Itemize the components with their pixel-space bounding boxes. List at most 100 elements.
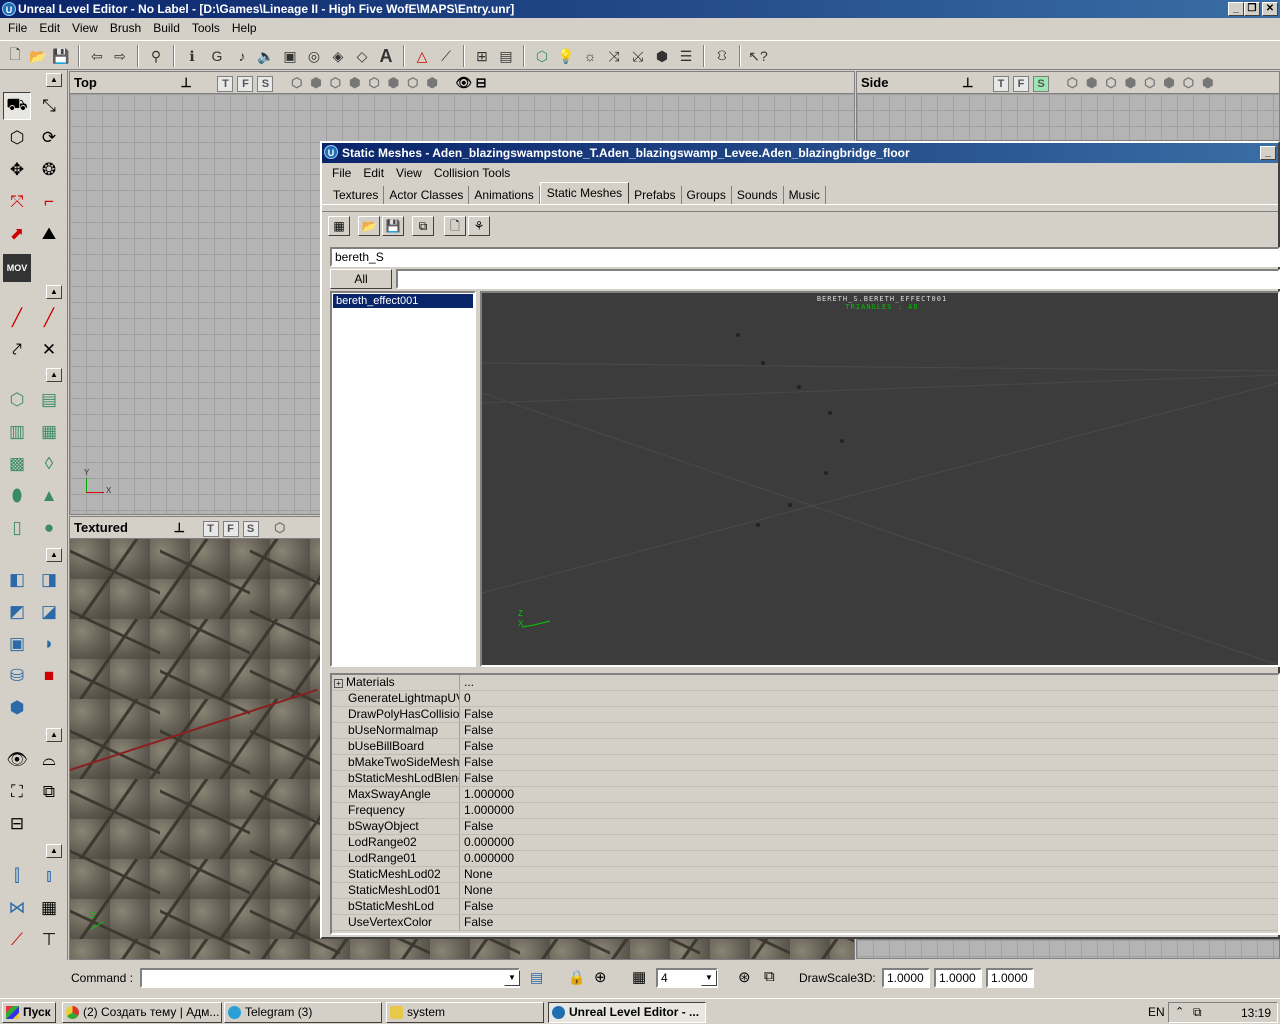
cube-brush-icon[interactable]: ⬡ [3, 386, 31, 414]
render-mode-icons[interactable]: ⬡ [274, 520, 285, 535]
terrain-brush-icon[interactable]: ▩ [3, 450, 31, 478]
property-row[interactable]: bSwayObject False [332, 819, 1278, 835]
texture-pan-icon[interactable]: ⬈ [3, 220, 31, 248]
close-button[interactable]: ✕ [1262, 2, 1278, 16]
menu-help[interactable]: Help [226, 21, 263, 35]
mirror-y-icon[interactable]: ⫾ [35, 862, 63, 890]
property-row[interactable]: UseVertexColor False [332, 915, 1278, 931]
camera-speed-icon[interactable]: ⊟ [3, 810, 31, 838]
build-paths-changed-icon[interactable]: ⤩ [627, 45, 649, 67]
open-file-icon[interactable]: 📂 [27, 45, 49, 67]
property-row[interactable]: DrawPolyHasCollision...False [332, 707, 1278, 723]
mesh-preview[interactable]: BERETH_S.BERETH_EFFECT001 TRIANGLES : 48… [480, 291, 1280, 667]
pin-icon[interactable]: ⊥ [174, 520, 185, 535]
add-static-mesh-icon[interactable]: ⛁ [3, 662, 31, 690]
save-file-icon[interactable]: 💾 [50, 45, 72, 67]
sound-browser-icon[interactable]: 🔈 [255, 45, 277, 67]
minimize-button[interactable]: _ [1228, 2, 1244, 16]
browser-minimize-button[interactable]: _ [1260, 146, 1276, 160]
terrain-icon[interactable]: △ [411, 45, 433, 67]
property-value[interactable]: None [460, 867, 493, 882]
group-browser-icon[interactable]: G [206, 45, 228, 67]
property-row[interactable]: bMakeTwoSideMesh False [332, 755, 1278, 771]
rotate-icon[interactable]: ⟳ [35, 124, 63, 152]
side-grid[interactable] [857, 94, 1279, 140]
side-view-t-button[interactable]: T [993, 75, 1010, 92]
taskbar-item-unreal[interactable]: Unreal Level Editor - ... [548, 1002, 706, 1023]
stairs-brush-icon[interactable]: ▤ [35, 386, 63, 414]
tab-prefabs[interactable]: Prefabs [629, 186, 682, 204]
taskbar-item-browser[interactable]: (2) Создать тему | Адм... [62, 1002, 222, 1023]
add-mover-icon[interactable]: ◗ [35, 630, 63, 658]
menu-view[interactable]: View [66, 21, 104, 35]
font-icon[interactable]: A [375, 45, 397, 67]
eye-icon[interactable]: 👁 [455, 75, 472, 90]
build-paths-icon[interactable]: ⤨ [603, 45, 625, 67]
camera-move-icon[interactable]: ⛟ [3, 92, 31, 120]
render-mode-icons[interactable]: ⬡⬢⬡⬢⬡⬢⬡⬢ [291, 75, 446, 90]
line-tool-2-icon[interactable]: ╱ [35, 304, 63, 332]
tray-expand-icon[interactable]: ⌃ [1175, 1005, 1184, 1018]
show-selected-icon[interactable]: 👁 [3, 746, 31, 774]
list-item[interactable]: bereth_effect001 [333, 294, 473, 308]
properties-category[interactable]: + Materials ... [332, 675, 1278, 691]
mesh-browser-icon[interactable]: ◎ [303, 45, 325, 67]
music-browser-icon[interactable]: ♪ [231, 45, 253, 67]
animation-browser-icon[interactable]: ◇ [351, 45, 373, 67]
tab-textures[interactable]: Textures [328, 186, 385, 204]
clip-icon[interactable]: ⌐ [35, 188, 63, 216]
browser-tool-icon[interactable]: ⚘ [468, 216, 490, 236]
side-view-f-button[interactable]: F [1013, 75, 1030, 92]
tab-actor-classes[interactable]: Actor Classes [384, 186, 470, 204]
log-window-icon[interactable]: ▤ [530, 969, 548, 987]
top-view-f-button[interactable]: F [237, 75, 254, 92]
property-row[interactable]: LodRange01 0.000000 [332, 851, 1278, 867]
collapse-panel-button[interactable]: ▲ [46, 548, 62, 562]
menu-tools[interactable]: Tools [186, 21, 226, 35]
redo-icon[interactable]: ⇨ [109, 45, 131, 67]
render-mode-icons[interactable]: ⬡⬢⬡⬢⬡⬢⬡⬢ [1067, 75, 1222, 90]
taskbar-item-system[interactable]: system [386, 1002, 544, 1023]
align-tool-icon[interactable]: ⊤ [35, 926, 63, 954]
side-viewport[interactable]: Side ⊥ TFS ⬡⬢⬡⬢⬡⬢⬡⬢ [856, 71, 1280, 141]
line-tool-icon[interactable]: ╱ [3, 304, 31, 332]
tab-music[interactable]: Music [784, 186, 826, 204]
terrain-edit-icon[interactable]: ⛰ [35, 220, 63, 248]
build-all-icon[interactable]: ⬢ [651, 45, 673, 67]
play-level-icon[interactable]: ⛻ [711, 45, 733, 67]
property-row[interactable]: LodRange02 0.000000 [332, 835, 1278, 851]
hide-selected-icon[interactable]: ⌓ [35, 746, 63, 774]
tab-static-meshes[interactable]: Static Meshes [539, 182, 630, 204]
properties-category-label[interactable]: + Materials [332, 675, 460, 690]
csg-add-icon[interactable]: ◧ [3, 566, 31, 594]
add-antiportal-icon[interactable]: ⬢ [3, 694, 31, 722]
tex-view-t-button[interactable]: T [202, 520, 219, 537]
select-inverse-icon[interactable]: ⛶ [3, 778, 31, 806]
build-options-icon[interactable]: ☰ [675, 45, 697, 67]
property-value[interactable]: False [460, 899, 493, 914]
property-row[interactable]: StaticMeshLod01 None [332, 883, 1278, 899]
property-value[interactable]: False [460, 915, 493, 930]
properties-grid[interactable]: +Materials ... GenerateLightmapUV...0Dra… [330, 673, 1280, 935]
property-value[interactable]: 1.000000 [460, 787, 514, 802]
build-lights-icon[interactable]: ☼ [579, 45, 601, 67]
sphere-brush-icon[interactable]: ❂ [35, 156, 63, 184]
lock-icon[interactable]: 🔒 [568, 969, 585, 986]
tab-animations[interactable]: Animations [469, 186, 540, 204]
scale-icon[interactable]: ⤧ [3, 188, 31, 216]
property-row[interactable]: StaticMeshLod02 None [332, 867, 1278, 883]
volumetric-brush-icon[interactable]: ▯ [3, 514, 31, 542]
code-editor-icon[interactable]: ▤ [495, 45, 517, 67]
menu-edit[interactable]: Edit [33, 21, 66, 35]
rotation-grid-icon[interactable]: ⊛ [738, 968, 751, 986]
maximize-viewport-icon[interactable]: ⧉ [764, 968, 775, 985]
rotate-tool-icon[interactable]: ⟋ [3, 926, 31, 954]
property-row[interactable]: MaxSwayAngle 1.000000 [332, 787, 1278, 803]
show-all-icon[interactable]: ⧉ [35, 778, 63, 806]
search-actors-icon[interactable]: ⚲ [145, 45, 167, 67]
browser-new-icon[interactable]: 🗋 [444, 216, 466, 236]
undo-icon[interactable]: ⇦ [86, 45, 108, 67]
cylinder-brush-icon[interactable]: ⬮ [3, 482, 31, 510]
mirror-z-icon[interactable]: ⋈ [3, 894, 31, 922]
tex-view-f-button[interactable]: F [222, 520, 239, 537]
